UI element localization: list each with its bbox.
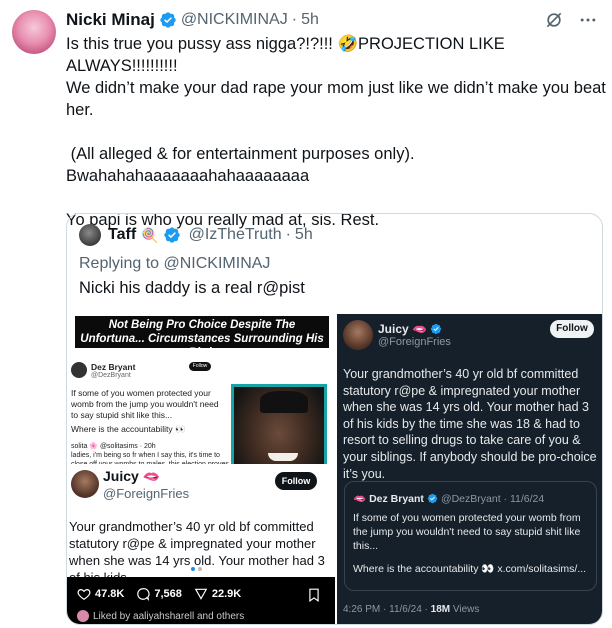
replies-stat: 7,568 xyxy=(136,587,182,601)
footer-views-label: Views xyxy=(452,604,480,615)
liked-by-avatar xyxy=(77,610,89,622)
carousel-dots xyxy=(191,567,202,571)
dez-name: Dez Bryant xyxy=(369,492,424,505)
verified-badge-icon xyxy=(427,493,438,504)
bookmark-icon xyxy=(309,588,319,602)
reply-icon xyxy=(137,588,150,601)
author-handle[interactable]: @NICKIMINAJ xyxy=(181,11,288,29)
tweet-text: Is this true you pussy ass nigga?!?!!! 🤣… xyxy=(66,35,606,229)
retweets-stat: 22.9K xyxy=(194,587,241,601)
footer-views-count: 18M xyxy=(430,604,451,615)
cap-shape xyxy=(260,391,308,413)
embedded-header: 🫦 Dez Bryant @DezBryant · 11/6/24 xyxy=(353,492,545,506)
quote-author-handle[interactable]: @IzTheTruth xyxy=(189,226,282,244)
replies-count: 7,568 xyxy=(154,588,182,600)
liked-by-text: Liked by aaliyahsharell and others xyxy=(93,610,245,622)
video-banner-text: Not Being Pro Choice Despite The Unfortu… xyxy=(75,316,329,359)
media-image-left[interactable]: Not Being Pro Choice Despite The Unfortu… xyxy=(67,314,335,624)
juicy-avatar xyxy=(71,470,99,498)
quote-avatar[interactable] xyxy=(79,224,101,246)
verified-badge-icon xyxy=(430,323,442,335)
follow-badge: Follow xyxy=(550,320,594,338)
dez-body: If some of you women protected your womb… xyxy=(353,512,581,552)
likes-stat: 47.8K xyxy=(77,587,124,601)
dez-avatar xyxy=(71,362,87,378)
video-stats-bar: 47.8K 7,568 22.9K Liked by aaliyahsharel… xyxy=(67,567,335,624)
juicy-avatar xyxy=(343,320,373,350)
juicy-body: Your grandmother’s 40 yr old bf committe… xyxy=(343,367,597,481)
footer-time: 4:26 PM · 11/6/24 · xyxy=(343,604,428,615)
dez-accountability: Where is the accountability 👀 x.com/soli… xyxy=(353,563,587,575)
more-icon[interactable] xyxy=(578,10,598,30)
dez-accountability: Where is the accountability 👀 xyxy=(71,424,186,434)
dez-handle: @DezBryant xyxy=(91,372,131,379)
post-footer: 4:26 PM · 11/6/24 · 18M Views xyxy=(343,604,479,615)
tweet-header: Nicki Minaj @NICKIMINAJ · 5h xyxy=(66,8,598,32)
juicy-name-text: Juicy 🫦 xyxy=(378,322,427,336)
replying-to-handle[interactable]: @NICKIMINAJ xyxy=(164,255,271,272)
replying-to: Replying to @NICKIMINAJ xyxy=(79,255,270,273)
retweets-count: 22.9K xyxy=(211,588,242,600)
grok-icon[interactable] xyxy=(544,10,564,30)
dez-name: Dez Bryant xyxy=(91,362,136,372)
dez-body: If some of you women protected your womb… xyxy=(71,388,219,420)
quote-author-name[interactable]: Taff xyxy=(108,226,136,244)
juicy-name: Juicy 🫦 xyxy=(378,322,446,336)
juicy-handle: @ForeignFries xyxy=(378,336,451,348)
verified-badge-icon xyxy=(160,12,176,28)
retweet-icon xyxy=(194,588,208,600)
quote-time[interactable]: 5h xyxy=(295,226,313,244)
quote-text: Nicki his daddy is a real r@pist xyxy=(79,279,305,297)
juicy-name: Juicy 🫦 xyxy=(103,468,161,484)
separator-dot: · xyxy=(285,226,291,243)
follow-badge: Follow xyxy=(275,472,317,490)
dez-handle-date: @DezBryant · 11/6/24 xyxy=(440,492,545,505)
lips-emoji: 🫦 xyxy=(353,493,367,505)
follow-badge-small: Follow xyxy=(189,362,211,371)
post-time[interactable]: 5h xyxy=(301,11,319,29)
juicy-body: Your grandmother’s 40 yr old bf committe… xyxy=(69,519,325,585)
likes-count: 47.8K xyxy=(95,588,125,600)
quoted-tweet[interactable]: Taff 🍭 @IzTheTruth · 5h Replying to @NIC… xyxy=(66,213,603,625)
smile-shape xyxy=(268,453,298,461)
heart-icon xyxy=(77,589,91,600)
main-avatar[interactable] xyxy=(12,10,56,54)
replying-to-label: Replying to xyxy=(79,255,160,272)
media-image-right[interactable]: Juicy 🫦 @ForeignFries Follow Your grandm… xyxy=(337,314,602,624)
author-name[interactable]: Nicki Minaj xyxy=(66,10,155,30)
embedded-tweet: 🫦 Dez Bryant @DezBryant · 11/6/24 If som… xyxy=(344,481,597,591)
juicy-handle: @ForeignFries xyxy=(103,486,190,501)
verified-badge-icon xyxy=(163,227,180,243)
liked-by: Liked by aaliyahsharell and others xyxy=(77,610,244,622)
quote-header: Taff 🍭 @IzTheTruth · 5h xyxy=(79,224,313,246)
lollipop-emoji: 🍭 xyxy=(141,226,159,243)
separator-dot: · xyxy=(291,11,298,28)
